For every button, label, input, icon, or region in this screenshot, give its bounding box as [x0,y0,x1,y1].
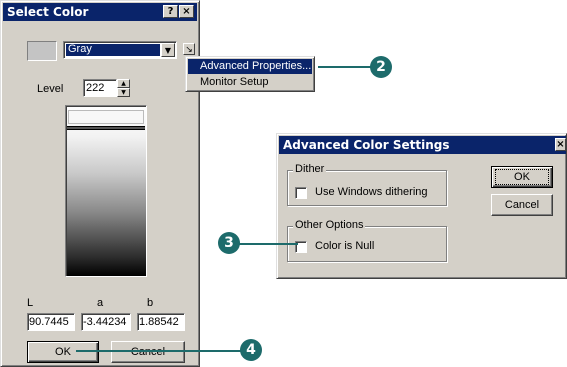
spin-down-button[interactable]: ▼ [117,88,130,97]
dither-group-label: Dither [293,163,327,175]
color-model-dropdown[interactable]: Gray ▼ [63,41,177,59]
gray-level-ramp[interactable] [65,105,147,277]
advanced-color-settings-dialog: Advanced Color Settings × Dither Use Win… [276,133,567,279]
level-label: Level [37,83,64,95]
lab-label-b: b [147,297,154,309]
callout-4: 4 [240,339,262,361]
select-color-ok-label: OK [55,346,71,358]
advanced-cancel-button[interactable]: Cancel [491,194,553,216]
lab-value-a: -3.44234 [83,316,127,328]
menu-item-monitor-setup-label: Monitor Setup [200,76,269,88]
callout-4-leader [76,350,244,352]
select-color-ok-button[interactable]: OK [27,341,99,363]
color-preview-swatch [27,41,57,61]
options-popup-menu: Advanced Properties... Monitor Setup [185,56,315,92]
color-model-selected: Gray [66,43,160,56]
level-value: 222 [86,82,105,94]
advanced-cancel-label: Cancel [504,199,540,211]
level-indicator[interactable] [67,126,145,130]
level-input[interactable]: 222 [83,79,117,97]
use-windows-dithering-checkbox[interactable] [295,187,307,199]
close-button[interactable]: × [179,5,194,18]
lab-field-a[interactable]: -3.44234 [81,313,131,331]
lab-field-l[interactable]: 90.7445 [27,313,75,331]
menu-item-monitor-setup[interactable]: Monitor Setup [188,75,312,90]
select-color-cancel-button[interactable]: Cancel [111,341,185,363]
advanced-titlebar: Advanced Color Settings × [279,136,566,154]
lab-label-l: L [27,297,34,309]
use-windows-dithering-label: Use Windows dithering [315,186,428,198]
lab-value-l: 90.7445 [29,316,69,328]
color-is-null-label: Color is Null [315,240,375,252]
spin-up-button[interactable]: ▲ [117,79,130,88]
lab-label-a: a [97,297,104,309]
lab-value-b: 1.88542 [139,316,179,328]
callout-3-leader [238,243,298,245]
select-color-titlebar: Select Color ? × [3,3,197,21]
callout-2-leader [318,66,372,68]
select-color-cancel-label: Cancel [130,346,166,358]
level-highlight [68,110,144,124]
menu-item-advanced-properties[interactable]: Advanced Properties... [188,59,312,74]
select-color-dialog: Select Color ? × Gray ▼ ↘ Level 222 ▲ ▼ … [0,0,200,367]
spin-arrows-icon[interactable]: ▲ ▼ [117,79,130,97]
advanced-ok-button[interactable]: OK [491,166,553,188]
advanced-title: Advanced Color Settings [283,138,450,152]
advanced-close-button[interactable]: × [555,138,566,151]
menu-arrow-icon[interactable]: ↘ [183,43,195,55]
select-color-title: Select Color [7,5,89,19]
advanced-ok-label: OK [495,169,549,185]
chevron-down-icon[interactable]: ▼ [161,43,175,57]
color-model-value: Gray [68,43,92,55]
other-options-group-label: Other Options [293,219,366,231]
menu-item-advanced-properties-label: Advanced Properties... [200,60,312,72]
help-button[interactable]: ? [163,5,178,18]
callout-2: 2 [370,56,392,78]
callout-3: 3 [218,232,240,254]
lab-field-b[interactable]: 1.88542 [137,313,185,331]
